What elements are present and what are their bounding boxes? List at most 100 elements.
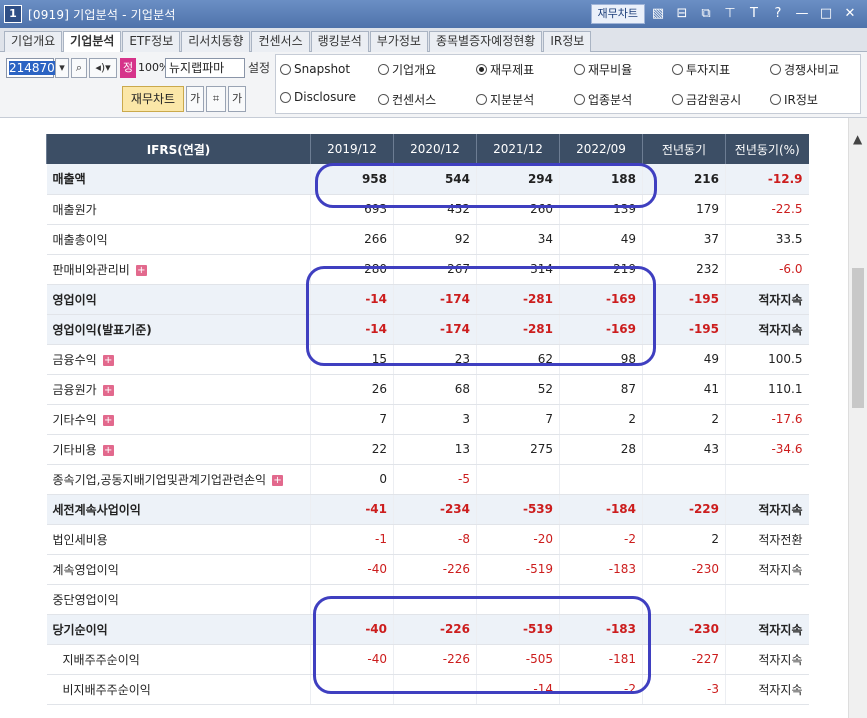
table-cell: -281 [476, 283, 560, 315]
close-icon[interactable]: ✕ [839, 3, 861, 25]
tab-extra-info[interactable]: 부가정보 [369, 31, 428, 52]
tab-consensus[interactable]: 컨센서스 [251, 31, 310, 52]
table-cell [393, 674, 477, 705]
row-label-text: 종속기업,공동지배기업및관계기업관련손익 [52, 472, 267, 487]
pin-icon[interactable]: ⊤ [719, 3, 741, 25]
table-cell: 188 [559, 164, 643, 195]
tab-capital-increase[interactable]: 종목별증자예정현황 [428, 31, 543, 52]
expand-plus-icon[interactable]: + [272, 474, 284, 486]
table-cell: 2 [642, 524, 726, 555]
table-cell [725, 584, 809, 615]
row-label-text: 금융원가 [52, 382, 97, 397]
radio-label: 컨센서스 [392, 92, 437, 107]
expand-plus-icon[interactable]: + [102, 444, 114, 456]
tab-company-overview[interactable]: 기업개요 [4, 31, 63, 52]
table-cell: -40 [310, 613, 394, 645]
settings-label[interactable]: 설정 [248, 58, 270, 78]
radio-snapshot[interactable]: Snapshot [280, 59, 350, 79]
table-row: 금융수익 +15 23 62 98 49 100.5 [46, 343, 809, 375]
row-label-text: 금융수익 [52, 352, 97, 367]
font-down-icon[interactable]: 가 [228, 86, 246, 112]
maximize-icon[interactable]: □ [815, 3, 837, 25]
toolbar: 214870 ▾ ⌕ ◂)▾ 정 100% 뉴지랩파마 설정 재무차트 가 ⌗ … [0, 52, 867, 118]
table-cell [393, 584, 477, 615]
tab-etf-info[interactable]: ETF정보 [122, 31, 181, 52]
scroll-up-icon[interactable]: ▲ [853, 132, 862, 146]
minimize-icon[interactable]: — [791, 3, 813, 25]
table-cell: 34 [476, 224, 560, 255]
table-cell: 15 [310, 343, 394, 375]
table-cell: -174 [393, 283, 477, 315]
expand-plus-icon[interactable]: + [135, 264, 147, 276]
speaker-icon[interactable]: ◂)▾ [89, 58, 117, 78]
row-label-text: 매출원가 [52, 202, 97, 217]
expand-plus-icon[interactable]: + [102, 354, 114, 366]
layout-icon[interactable]: ⊟ [671, 3, 693, 25]
radio-dot-icon [476, 93, 487, 105]
row-label: 금융원가 + [46, 374, 311, 405]
table-cell: 139 [559, 194, 643, 225]
header-col: 2021/12 [476, 134, 560, 164]
table-cell: -169 [559, 283, 643, 315]
table-row: 매출액 958 544 294 188 216 -12.9 [46, 164, 809, 195]
tab-ranking[interactable]: 랭킹분석 [310, 31, 369, 52]
report-type-radio-group: Snapshot 기업개요 재무제표 재무비율 투자지표 경쟁사비교 Discl… [275, 54, 861, 114]
chart-icon[interactable]: ▧ [647, 3, 669, 25]
row-label: 지배주주순이익 [46, 644, 311, 675]
tab-company-analysis[interactable]: 기업분석 [63, 31, 122, 53]
radio-financial-ratios[interactable]: 재무비율 [574, 59, 632, 79]
radio-disclosure[interactable]: Disclosure [280, 87, 356, 107]
table-cell [476, 464, 560, 495]
radio-fss-disclosure[interactable]: 금감원공시 [672, 89, 741, 109]
table-cell: -519 [476, 613, 560, 645]
table-cell: 280 [310, 254, 394, 285]
table-cell: -234 [393, 493, 477, 525]
header-ifrs: IFRS(연결) [46, 134, 311, 164]
row-label: 기타비용 + [46, 434, 311, 465]
radio-dot-icon [574, 93, 585, 105]
financial-chart-title-button[interactable]: 재무차트 [590, 4, 645, 24]
radio-financial-statements[interactable]: 재무제표 [476, 59, 534, 79]
row-label: 기타수익 + [46, 404, 311, 435]
table-row: 계속영업이익 -40 -226 -519 -183 -230 적자지속 [46, 554, 809, 585]
radio-investment-indicators[interactable]: 투자지표 [672, 59, 730, 79]
vertical-scrollbar[interactable]: ▲ [848, 118, 867, 718]
table-cell: 0 [310, 464, 394, 495]
table-row: 비지배주주순이익 -14 -2 -3 적자지속 [46, 674, 809, 705]
row-label: 당기순이익 [46, 613, 311, 645]
radio-ir-info[interactable]: IR정보 [770, 89, 818, 109]
font-size-icon[interactable]: T [743, 3, 765, 25]
radio-consensus[interactable]: 컨센서스 [378, 89, 436, 109]
radio-industry-analysis[interactable]: 업종분석 [574, 89, 632, 109]
stock-code-input[interactable]: 214870 [6, 58, 55, 78]
code-dropdown-button[interactable]: ▾ [55, 58, 69, 78]
tab-research[interactable]: 리서치동향 [181, 31, 251, 52]
table-cell: 179 [642, 194, 726, 225]
tab-ir-info[interactable]: IR정보 [543, 31, 592, 52]
financial-chart-button[interactable]: 재무차트 [122, 86, 184, 112]
expand-plus-icon[interactable]: + [102, 384, 114, 396]
table-cell: -505 [476, 644, 560, 675]
title-bar: 1 [0919] 기업분석 - 기업분석 재무차트 ▧ ⊟ ⧉ ⊤ T ? — … [0, 0, 867, 28]
table-cell: -229 [642, 493, 726, 525]
table-cell: -14 [310, 314, 394, 345]
radio-label: 업종분석 [588, 92, 633, 107]
radio-competitor-compare[interactable]: 경쟁사비교 [770, 59, 839, 79]
table-cell: -3 [642, 674, 726, 705]
stock-name-field[interactable]: 뉴지랩파마 [165, 58, 245, 78]
table-cell: 452 [393, 194, 477, 225]
window-title: [0919] 기업분석 - 기업분석 [28, 7, 176, 22]
duplicate-icon[interactable]: ⧉ [695, 3, 717, 25]
table-cell: 100.5 [725, 343, 809, 375]
row-label-text: 법인세비용 [52, 532, 108, 547]
help-icon[interactable]: ? [767, 3, 789, 25]
radio-company-overview[interactable]: 기업개요 [378, 59, 436, 79]
scroll-thumb[interactable] [852, 268, 864, 408]
fit-icon[interactable]: ⌗ [206, 86, 226, 112]
font-up-icon[interactable]: 가 [186, 86, 204, 112]
expand-plus-icon[interactable]: + [102, 414, 114, 426]
search-icon[interactable]: ⌕ [71, 58, 87, 78]
jeong-badge[interactable]: 정 [120, 58, 136, 78]
header-col: 2019/12 [310, 134, 394, 164]
radio-shareholding[interactable]: 지분분석 [476, 89, 534, 109]
